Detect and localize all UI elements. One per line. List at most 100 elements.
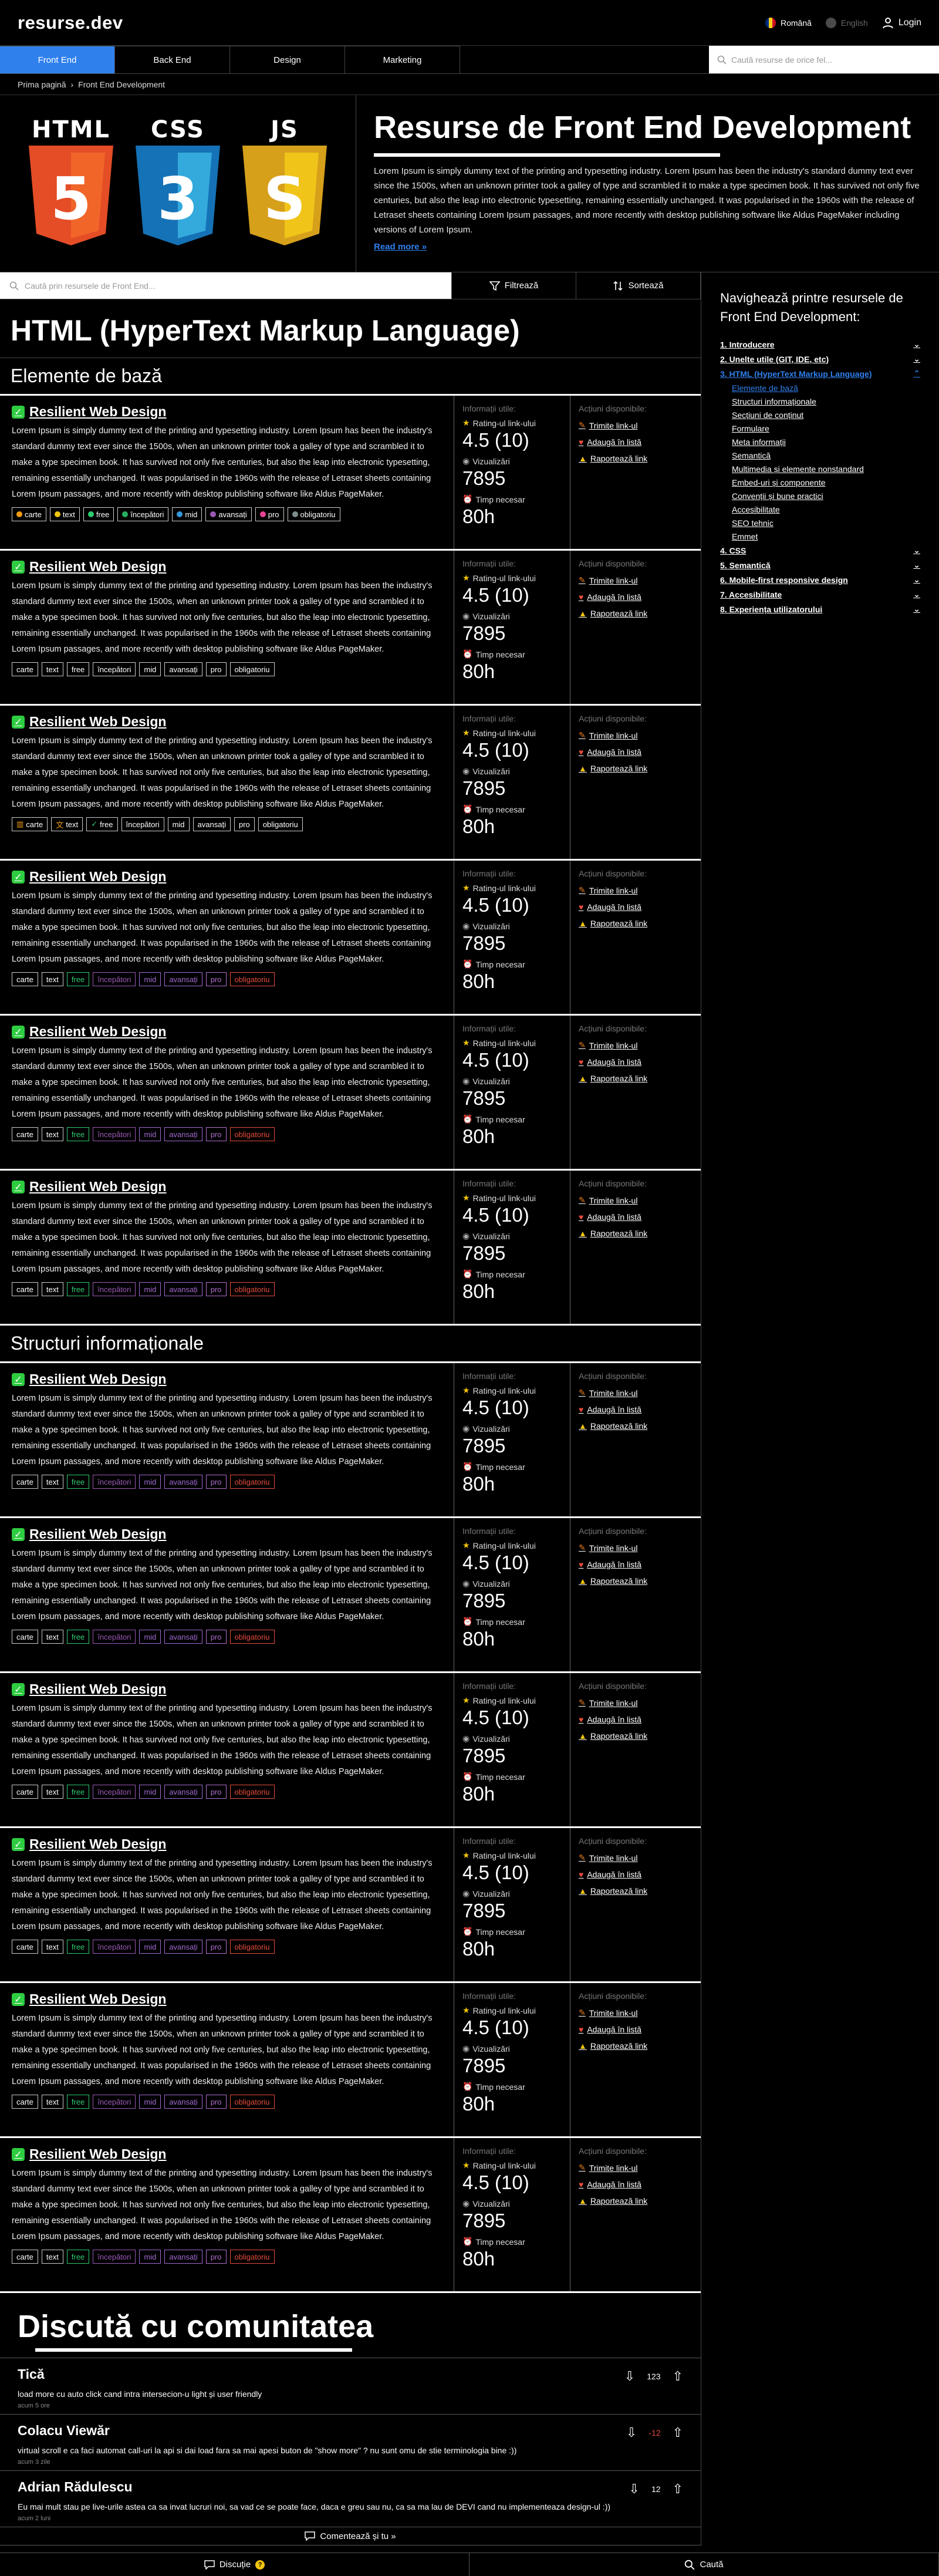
resource-tag[interactable]: pro	[234, 817, 255, 831]
resource-tag[interactable]: text	[41, 1282, 63, 1296]
report-link-action[interactable]: ▲ Raportează link	[579, 2196, 693, 2206]
sidebar-subitem[interactable]: Embed-uri și componente	[732, 478, 920, 487]
resource-tag[interactable]: carte	[12, 2250, 38, 2264]
filter-button[interactable]: Filtrează	[452, 272, 576, 299]
resource-tag[interactable]: free	[66, 1940, 90, 1954]
resource-tag[interactable]: mid	[172, 507, 202, 521]
send-link-action[interactable]: ✎ Trimite link-ul	[579, 1388, 693, 1398]
resource-title-link[interactable]: ✓ Resilient Web Design	[12, 1681, 442, 1697]
discussion-button[interactable]: Discuție ?	[0, 2553, 470, 2576]
sidebar-subitem[interactable]: Secțiuni de conținut	[732, 410, 920, 420]
report-link-action[interactable]: ▲ Raportează link	[579, 1886, 693, 1896]
resource-tag[interactable]: mid	[139, 1940, 161, 1954]
resource-title-link[interactable]: ✓ Resilient Web Design	[12, 559, 442, 575]
report-link-action[interactable]: ▲ Raportează link	[579, 1731, 693, 1741]
resource-tag[interactable]: pro	[205, 2250, 227, 2264]
add-to-list-action[interactable]: ♥ Adaugă în listă	[579, 1057, 693, 1067]
resource-tag[interactable]: începători	[117, 507, 169, 521]
add-to-list-action[interactable]: ♥ Adaugă în listă	[579, 1560, 693, 1569]
resource-tag[interactable]: text	[41, 1630, 63, 1644]
report-link-action[interactable]: ▲ Raportează link	[579, 1421, 693, 1431]
resource-tag[interactable]: free	[66, 1475, 90, 1489]
resource-title-link[interactable]: ✓ Resilient Web Design	[12, 2146, 442, 2162]
resource-title-link[interactable]: ✓ Resilient Web Design	[12, 1179, 442, 1195]
send-link-action[interactable]: ✎ Trimite link-ul	[579, 575, 693, 585]
resource-tag[interactable]: mid	[139, 1282, 161, 1296]
resource-tag[interactable]: pro	[205, 1475, 227, 1489]
sidebar-item[interactable]: 7. Accesibilitate ⌄	[720, 589, 920, 599]
report-link-action[interactable]: ▲ Raportează link	[579, 919, 693, 928]
resource-tag[interactable]: avansați	[164, 1785, 202, 1799]
resource-tag[interactable]: pro	[255, 507, 284, 521]
resource-tag[interactable]: carte	[12, 1127, 38, 1141]
resource-tag[interactable]: free	[66, 1282, 90, 1296]
resource-tag[interactable]: mid	[139, 1630, 161, 1644]
resource-tag[interactable]: obligatoriu	[229, 1127, 275, 1141]
add-comment-button[interactable]: Comentează și tu »	[0, 2527, 701, 2545]
resource-tag[interactable]: free	[83, 507, 114, 521]
report-link-action[interactable]: ▲ Raportează link	[579, 609, 693, 618]
report-link-action[interactable]: ▲ Raportează link	[579, 2041, 693, 2051]
sort-button[interactable]: Sortează	[576, 272, 701, 299]
resource-tag[interactable]: free	[66, 972, 90, 986]
resource-tag[interactable]: ▥ carte	[12, 817, 48, 831]
resource-tag[interactable]: avansați	[164, 2250, 202, 2264]
add-to-list-action[interactable]: ♥ Adaugă în listă	[579, 437, 693, 447]
sidebar-subitem[interactable]: Semantică	[732, 451, 920, 460]
search-button[interactable]: Caută	[470, 2553, 939, 2576]
resource-tag[interactable]: începători	[93, 1475, 136, 1489]
resource-tag[interactable]: începători	[93, 1127, 136, 1141]
resource-tag[interactable]: carte	[12, 662, 38, 676]
resource-tag[interactable]: carte	[12, 972, 38, 986]
sidebar-item[interactable]: 2. Unelte utile (GIT, IDE, etc) ⌄	[720, 354, 920, 364]
send-link-action[interactable]: ✎ Trimite link-ul	[579, 885, 693, 895]
resource-tag[interactable]: începători	[93, 1785, 136, 1799]
resource-title-link[interactable]: ✓ Resilient Web Design	[12, 1991, 442, 2007]
resource-tag[interactable]: pro	[205, 1785, 227, 1799]
resource-tag[interactable]: free	[66, 662, 90, 676]
resource-tag[interactable]: obligatoriu	[229, 972, 275, 986]
resource-tag[interactable]: avansați	[205, 507, 252, 521]
language-en[interactable]: English	[825, 17, 868, 28]
resource-tag[interactable]: mid	[167, 817, 190, 831]
report-link-action[interactable]: ▲ Raportează link	[579, 1229, 693, 1238]
resource-tag[interactable]: mid	[139, 2095, 161, 2109]
arrow-up-icon[interactable]: ⇧	[673, 2481, 683, 2497]
resource-tag[interactable]: free	[66, 1785, 90, 1799]
add-to-list-action[interactable]: ♥ Adaugă în listă	[579, 1870, 693, 1879]
sidebar-item[interactable]: 1. Introducere ⌄	[720, 339, 920, 349]
breadcrumb-home[interactable]: Prima pagină	[18, 80, 66, 89]
sidebar-subitem[interactable]: Emmet	[732, 532, 920, 541]
login-button[interactable]: Login	[882, 17, 921, 29]
resource-tag[interactable]: carte	[12, 1282, 38, 1296]
resource-tag[interactable]: free	[66, 2095, 90, 2109]
sidebar-subitem[interactable]: Formulare	[732, 424, 920, 433]
resource-tag[interactable]: avansați	[164, 1475, 202, 1489]
sidebar-item[interactable]: 3. HTML (HyperText Markup Language) ⌃	[720, 369, 920, 379]
tab-back-end[interactable]: Back End	[115, 46, 230, 73]
resource-tag[interactable]: pro	[205, 1940, 227, 1954]
resource-tag[interactable]: începători	[93, 1630, 136, 1644]
resource-tag[interactable]: începători	[93, 1282, 136, 1296]
resource-tag[interactable]: carte	[12, 1940, 38, 1954]
resource-tag[interactable]: mid	[139, 1475, 161, 1489]
resource-tag[interactable]: obligatoriu	[229, 1475, 275, 1489]
resource-tag[interactable]: mid	[139, 662, 161, 676]
resource-tag[interactable]: obligatoriu	[229, 2095, 275, 2109]
resource-tag[interactable]: text	[49, 507, 80, 521]
resource-tag[interactable]: pro	[205, 1282, 227, 1296]
resource-title-link[interactable]: ✓ Resilient Web Design	[12, 1371, 442, 1387]
resource-title-link[interactable]: ✓ Resilient Web Design	[12, 714, 442, 730]
resource-tag[interactable]: pro	[205, 1630, 227, 1644]
resource-title-link[interactable]: ✓ Resilient Web Design	[12, 1024, 442, 1040]
resource-tag[interactable]: pro	[205, 972, 227, 986]
resource-tag[interactable]: începători	[93, 2250, 136, 2264]
resource-tag[interactable]: avansați	[164, 1630, 202, 1644]
add-to-list-action[interactable]: ♥ Adaugă în listă	[579, 2180, 693, 2189]
report-link-action[interactable]: ▲ Raportează link	[579, 1576, 693, 1586]
resource-tag[interactable]: text	[41, 1785, 63, 1799]
sidebar-subitem[interactable]: Meta informații	[732, 437, 920, 447]
resource-title-link[interactable]: ✓ Resilient Web Design	[12, 1836, 442, 1852]
resource-tag[interactable]: obligatoriu	[229, 1630, 275, 1644]
add-to-list-action[interactable]: ♥ Adaugă în listă	[579, 1212, 693, 1222]
